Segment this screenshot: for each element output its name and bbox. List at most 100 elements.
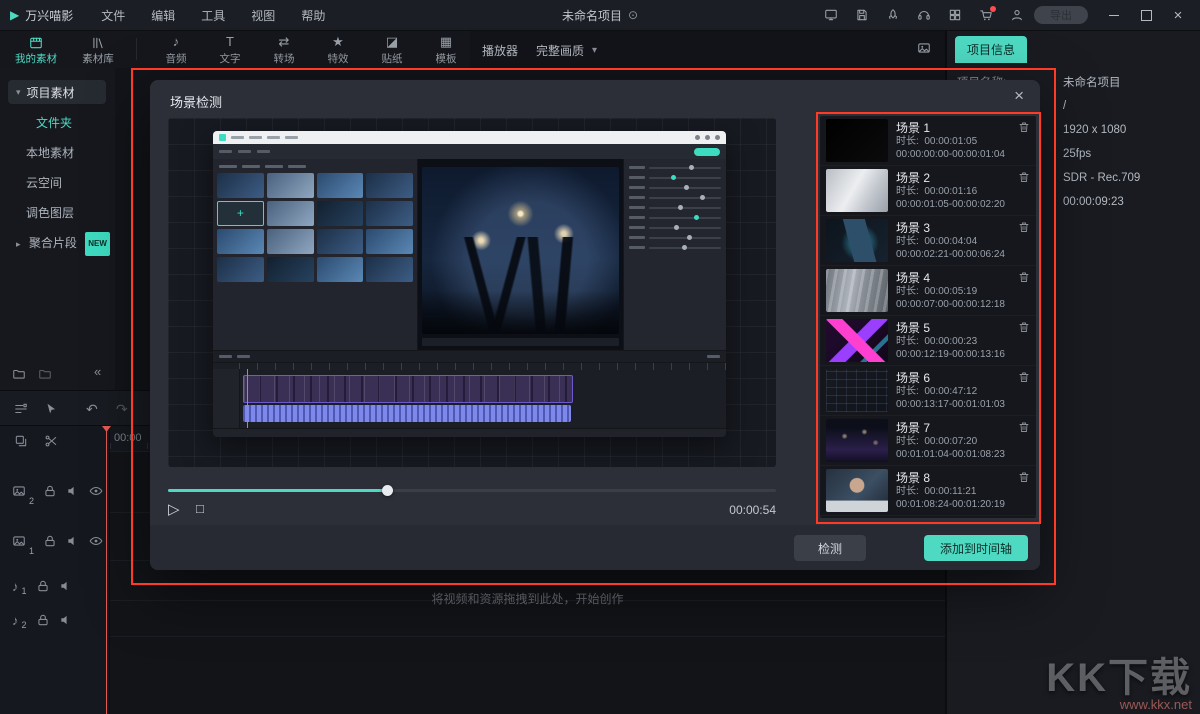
tab-stock-library[interactable]: 素材库: [70, 34, 126, 66]
delete-scene-icon[interactable]: [1018, 321, 1030, 333]
save-icon[interactable]: [855, 8, 869, 22]
snapshot-icon[interactable]: [917, 40, 931, 55]
scene-title: 场景 1: [896, 119, 930, 136]
scene-list-item[interactable]: 场景 4 时长: 00:00:05:19 00:00:07:00-00:00:1…: [820, 266, 1036, 316]
delete-scene-icon[interactable]: [1018, 421, 1030, 433]
mute-speaker-icon[interactable]: [66, 534, 80, 548]
sidebar-item-cloud[interactable]: 云空间: [0, 172, 115, 194]
display-icon[interactable]: [824, 8, 838, 22]
scene-thumbnail: [826, 469, 888, 512]
manage-tracks-icon[interactable]: [14, 401, 28, 416]
scene-list-item[interactable]: 场景 5 时长: 00:00:00:23 00:00:12:19-00:00:1…: [820, 316, 1036, 366]
detect-button[interactable]: 检测: [794, 535, 866, 561]
lock-icon[interactable]: [43, 484, 57, 498]
undo-icon[interactable]: ↶: [86, 401, 98, 418]
delete-scene-icon[interactable]: [1018, 271, 1030, 283]
menu-help[interactable]: 帮助: [301, 7, 325, 24]
track-header-audio-2[interactable]: ♪ 2: [0, 604, 110, 636]
track-header-video-2[interactable]: 2: [0, 470, 110, 512]
menu-view[interactable]: 视图: [251, 7, 275, 24]
maximize-button[interactable]: [1130, 0, 1162, 30]
quality-select[interactable]: 完整画质 ▾: [536, 42, 597, 59]
account-icon[interactable]: [1010, 8, 1024, 22]
tool-templates[interactable]: ▦ 模板: [420, 34, 472, 66]
sticker-icon: ◪: [366, 34, 418, 50]
menu-edit[interactable]: 编辑: [151, 7, 175, 24]
menu-tools[interactable]: 工具: [201, 7, 225, 24]
play-button[interactable]: ▷: [168, 500, 180, 518]
redo-icon[interactable]: ↷: [116, 401, 128, 418]
scene-range: 00:01:08:24-00:01:20:19: [896, 498, 1030, 511]
close-dialog-icon[interactable]: ×: [1014, 86, 1024, 106]
support-icon[interactable]: [917, 8, 931, 22]
mute-speaker-icon[interactable]: [59, 613, 73, 627]
minimize-button[interactable]: [1098, 0, 1130, 30]
delete-scene-icon[interactable]: [1018, 221, 1030, 233]
select-cursor-icon[interactable]: [44, 401, 58, 416]
new-folder-icon[interactable]: [12, 366, 26, 381]
lock-icon[interactable]: [36, 579, 50, 593]
track-number: 1: [29, 546, 34, 562]
duplicate-icon[interactable]: [14, 433, 28, 448]
tool-effects[interactable]: ★ 特效: [312, 34, 364, 66]
store-cart[interactable]: [979, 8, 993, 23]
stop-button[interactable]: □: [196, 501, 204, 516]
share-icon[interactable]: [886, 8, 900, 22]
tab-my-media[interactable]: 我的素材: [8, 34, 64, 66]
nested-properties-panel: [623, 159, 726, 350]
split-scissors-icon[interactable]: [44, 433, 58, 448]
library-icon: [70, 34, 126, 50]
delete-scene-icon[interactable]: [1018, 371, 1030, 383]
hide-eye-icon[interactable]: [89, 484, 103, 498]
scene-range: 00:01:01:04-00:01:08:23: [896, 448, 1030, 461]
hide-eye-icon[interactable]: [89, 534, 103, 548]
track-header-audio-1[interactable]: ♪ 1: [0, 570, 110, 602]
sidebar-item-local-media[interactable]: 本地素材: [0, 142, 115, 164]
scene-thumbnail: [826, 369, 888, 412]
delete-folder-icon[interactable]: [38, 366, 52, 381]
add-to-timeline-button[interactable]: 添加到时间轴: [924, 535, 1028, 561]
sidebar-item-color-layer[interactable]: 调色图层: [0, 202, 115, 224]
collapse-panel-icon[interactable]: «: [94, 364, 101, 379]
tool-audio[interactable]: ♪ 音频: [150, 34, 202, 66]
scene-list-item[interactable]: 场景 7 时长: 00:00:07:20 00:01:01:04-00:01:0…: [820, 416, 1036, 466]
scene-range: 00:00:07:00-00:00:12:18: [896, 298, 1030, 311]
sidebar-item-compound-clip[interactable]: ▸ 聚合片段 NEW: [0, 232, 115, 254]
dialog-footer: 检测 添加到时间轴: [150, 525, 1040, 570]
chevron-right-icon: ▸: [16, 239, 21, 249]
scene-list-item[interactable]: 场景 6 时长: 00:00:47:12 00:00:13:17-00:01:0…: [820, 366, 1036, 416]
track-header-video-1[interactable]: 1: [0, 520, 110, 562]
scene-thumbnail: [826, 319, 888, 362]
tool-stickers[interactable]: ◪ 贴纸: [366, 34, 418, 66]
playhead-line[interactable]: [106, 426, 107, 714]
sidebar-item-folder[interactable]: 文件夹: [0, 112, 115, 134]
delete-scene-icon[interactable]: [1018, 121, 1030, 133]
window-controls: ×: [1098, 0, 1194, 30]
tab-project-info[interactable]: 项目信息: [955, 36, 1027, 63]
lock-icon[interactable]: [36, 613, 50, 627]
preview-progress-slider[interactable]: [168, 484, 776, 496]
close-window-button[interactable]: ×: [1162, 0, 1194, 30]
tool-text[interactable]: T 文字: [204, 34, 256, 66]
track-tools-row: [0, 430, 110, 452]
lock-icon[interactable]: [43, 534, 57, 548]
sidebar-item-project-media[interactable]: ▾ 项目素材: [8, 80, 106, 104]
mute-speaker-icon[interactable]: [66, 484, 80, 498]
scene-list-item[interactable]: 场景 8 时长: 00:00:11:21 00:01:08:24-00:01:2…: [820, 466, 1036, 516]
nested-video-preview: [418, 159, 623, 350]
scene-list-item[interactable]: 场景 1 时长: 00:00:01:05 00:00:00:00-00:00:0…: [820, 116, 1036, 166]
audio-track-icon: ♪: [12, 613, 19, 628]
tool-transition[interactable]: ⇄ 转场: [258, 34, 310, 66]
delete-scene-icon[interactable]: [1018, 471, 1030, 483]
plugins-icon[interactable]: [948, 8, 962, 22]
scene-list[interactable]: 场景 1 时长: 00:00:01:05 00:00:00:00-00:00:0…: [820, 116, 1036, 518]
app-name: 万兴喵影: [25, 7, 73, 24]
slider-handle[interactable]: [382, 485, 393, 496]
mute-speaker-icon[interactable]: [59, 579, 73, 593]
export-button[interactable]: 导出: [1034, 6, 1088, 24]
scene-list-item[interactable]: 场景 2 时长: 00:00:01:16 00:00:01:05-00:00:0…: [820, 166, 1036, 216]
scene-list-item[interactable]: 场景 3 时长: 00:00:04:04 00:00:02:21-00:00:0…: [820, 216, 1036, 266]
chevron-down-icon: ▾: [16, 87, 21, 98]
menu-file[interactable]: 文件: [101, 7, 125, 24]
delete-scene-icon[interactable]: [1018, 171, 1030, 183]
